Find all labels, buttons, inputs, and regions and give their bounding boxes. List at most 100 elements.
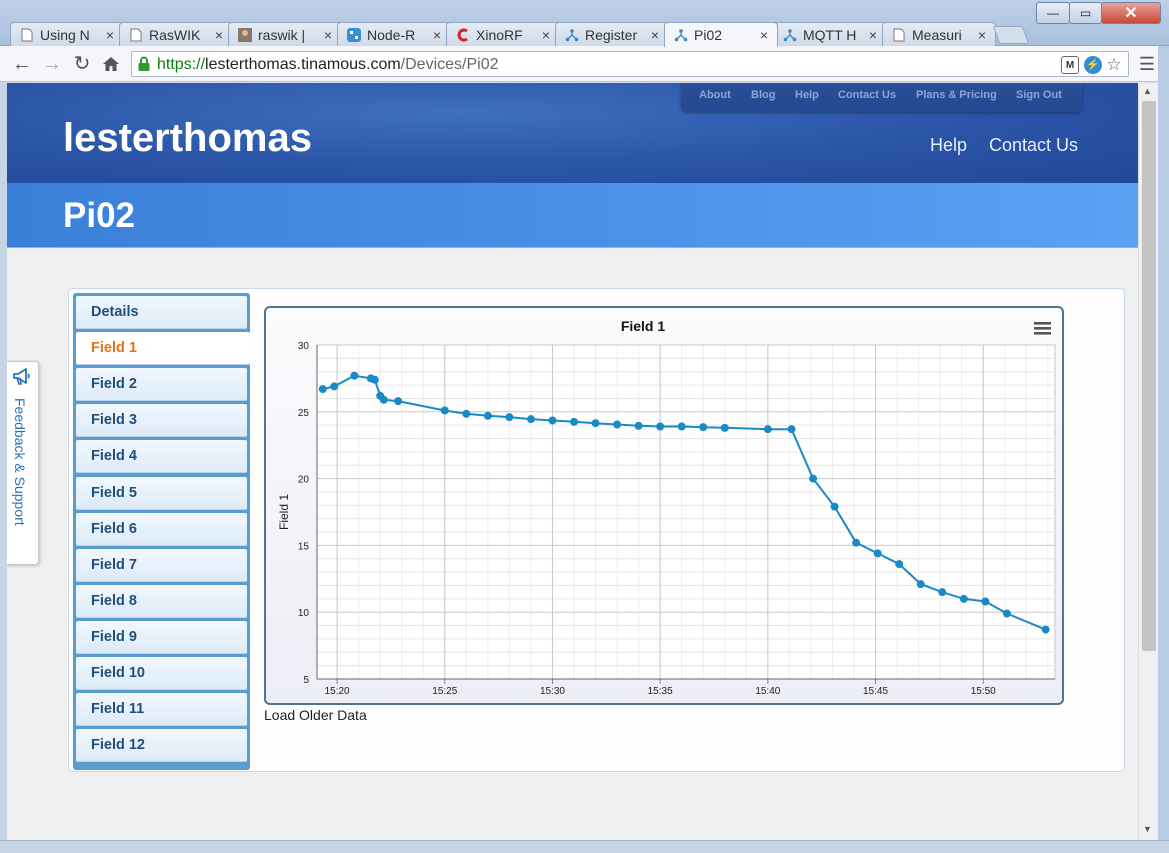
tab-field-8[interactable]: Field 8 xyxy=(76,584,247,618)
chart-menu-icon[interactable] xyxy=(1034,322,1051,335)
back-icon[interactable]: ← xyxy=(10,52,34,76)
tab-close-icon[interactable]: × xyxy=(430,27,444,43)
data-point xyxy=(462,409,471,418)
tab-close-icon[interactable]: × xyxy=(321,27,335,43)
tab-close-icon[interactable]: × xyxy=(539,27,553,43)
data-point xyxy=(440,406,449,415)
forward-icon[interactable]: → xyxy=(40,52,64,76)
browser-tab-8[interactable]: MQTT H × xyxy=(773,22,887,46)
window-frame-bottom xyxy=(0,840,1169,853)
x-tick-label: 15:50 xyxy=(971,686,996,697)
tab-field-11[interactable]: Field 11 xyxy=(76,693,247,727)
data-point xyxy=(591,419,600,428)
feedback-support-tab[interactable]: Feedback & Support xyxy=(7,361,39,565)
data-point xyxy=(852,538,861,547)
page-icon xyxy=(19,27,35,43)
y-tick-label: 15 xyxy=(298,541,310,552)
tab-field-3[interactable]: Field 3 xyxy=(76,404,247,438)
main-nav-help[interactable]: Help xyxy=(930,135,967,156)
page-scrollbar[interactable]: ▲ ▼ xyxy=(1138,83,1158,840)
tab-field-7[interactable]: Field 7 xyxy=(76,548,247,582)
y-tick-label: 10 xyxy=(298,608,310,619)
menu-bar xyxy=(1034,322,1051,325)
tab-field-6[interactable]: Field 6 xyxy=(76,512,247,546)
browser-tab-9[interactable]: Measuri × xyxy=(882,22,996,46)
data-point xyxy=(938,588,947,597)
minimize-icon[interactable]: — xyxy=(1036,2,1070,24)
browser-tab-5[interactable]: XinoRF × xyxy=(446,22,560,46)
tab-field-1[interactable]: Field 1 xyxy=(76,332,250,366)
tab-close-icon[interactable]: × xyxy=(866,27,880,43)
data-point xyxy=(370,375,379,384)
data-point xyxy=(350,371,359,380)
browser-tab-7[interactable]: Pi02 × xyxy=(664,22,778,47)
tab-field-10[interactable]: Field 10 xyxy=(76,657,247,690)
load-older-data-link[interactable]: Load Older Data xyxy=(264,707,367,723)
data-point xyxy=(763,425,772,434)
tab-close-icon[interactable]: × xyxy=(103,27,117,43)
data-point xyxy=(720,423,729,432)
top-nav-about[interactable]: About xyxy=(699,89,731,101)
top-nav-contact-us[interactable]: Contact Us xyxy=(838,89,896,101)
home-icon[interactable] xyxy=(99,52,123,76)
page-icon xyxy=(128,27,144,43)
browser-tab-6[interactable]: Register × xyxy=(555,22,669,46)
menu-bar xyxy=(1034,327,1051,330)
tab-field-4[interactable]: Field 4 xyxy=(76,440,247,474)
y-tick-label: 20 xyxy=(298,475,310,486)
browser-tab-4[interactable]: Node-R × xyxy=(337,22,451,46)
new-tab-button[interactable] xyxy=(992,26,1030,44)
browser-tab-title: RasWIK xyxy=(149,26,201,43)
maximize-icon[interactable]: ▭ xyxy=(1069,2,1102,24)
menu-icon[interactable]: ☰ xyxy=(1135,52,1159,76)
browser-tab-title: Node-R xyxy=(367,26,416,43)
browser-tab-title: Register xyxy=(585,26,638,43)
tab-details[interactable]: Details xyxy=(76,296,247,329)
extension-icon[interactable]: M xyxy=(1061,56,1079,74)
browser-tab-1[interactable]: Using N × xyxy=(10,22,124,46)
site-brand[interactable]: lesterthomas xyxy=(63,116,312,161)
tinamous-icon xyxy=(782,27,798,43)
tab-field-9[interactable]: Field 9 xyxy=(76,620,247,654)
x-tick-label: 15:25 xyxy=(432,686,457,697)
tinamous-icon xyxy=(564,27,580,43)
data-point xyxy=(873,549,882,558)
x-tick-label: 15:20 xyxy=(325,686,350,697)
y-axis-label: Field 1 xyxy=(277,494,291,530)
data-point xyxy=(830,502,839,511)
data-point xyxy=(981,597,990,606)
top-nav: About Blog Help Contact Us Plans & Prici… xyxy=(681,83,1082,112)
tab-field-5[interactable]: Field 5 xyxy=(76,476,247,510)
tab-field-2[interactable]: Field 2 xyxy=(76,368,247,402)
top-nav-blog[interactable]: Blog xyxy=(751,89,775,101)
top-nav-help[interactable]: Help xyxy=(795,89,819,101)
address-bar[interactable]: https://lesterthomas.tinamous.com/Device… xyxy=(131,51,1129,77)
bookmark-star-icon[interactable]: ☆ xyxy=(1105,56,1123,74)
megaphone-icon xyxy=(13,368,30,385)
tab-field-12[interactable]: Field 12 xyxy=(76,729,247,763)
tab-close-icon[interactable]: × xyxy=(757,27,771,43)
browser-toolbar: ← → ↻ https://lesterthomas.tinamous.com/… xyxy=(0,46,1169,82)
data-point xyxy=(570,417,579,426)
y-tick-label: 25 xyxy=(298,408,310,419)
x-tick-label: 15:45 xyxy=(863,686,888,697)
scroll-thumb[interactable] xyxy=(1142,101,1156,651)
tab-close-icon[interactable]: × xyxy=(648,27,662,43)
data-point xyxy=(1002,609,1011,618)
data-point xyxy=(916,580,925,589)
browser-tab-2[interactable]: RasWIK × xyxy=(119,22,233,46)
top-nav-sign-out[interactable]: Sign Out xyxy=(1016,89,1062,101)
tab-close-icon[interactable]: × xyxy=(212,27,226,43)
page-viewport: lesterthomas About Blog Help Contact Us … xyxy=(7,83,1138,840)
browser-tab-3[interactable]: raswik | × xyxy=(228,22,342,46)
scroll-up-icon[interactable]: ▲ xyxy=(1143,86,1152,96)
tab-close-icon[interactable]: × xyxy=(975,27,989,43)
window-close-icon[interactable]: ✕ xyxy=(1101,2,1161,24)
lightning-icon[interactable]: ⚡ xyxy=(1084,56,1102,74)
scroll-down-icon[interactable]: ▼ xyxy=(1143,824,1152,834)
data-point xyxy=(787,425,796,434)
data-point xyxy=(548,416,557,425)
main-nav-contact-us[interactable]: Contact Us xyxy=(989,135,1078,156)
reload-icon[interactable]: ↻ xyxy=(70,52,94,76)
top-nav-plans-pricing[interactable]: Plans & Pricing xyxy=(916,89,997,101)
